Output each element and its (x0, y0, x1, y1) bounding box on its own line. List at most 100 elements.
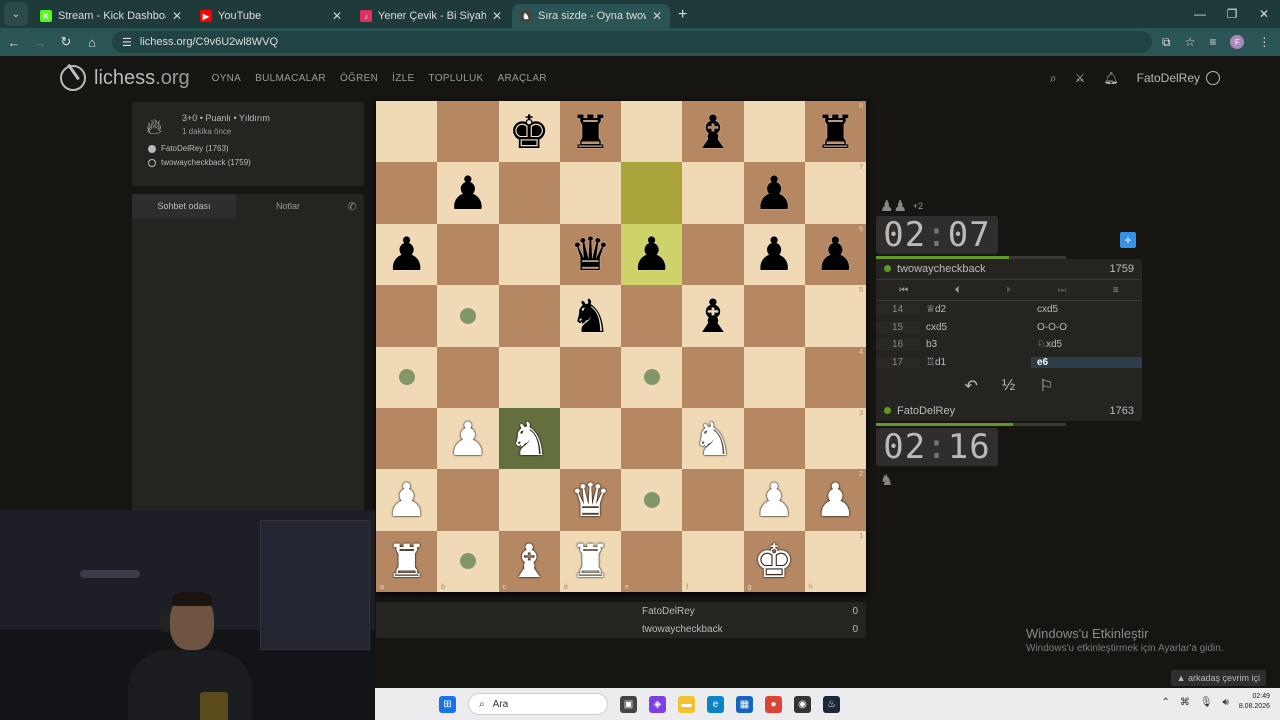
white-move[interactable]: cxd5 (920, 322, 1031, 333)
square-c8[interactable]: ♚ (498, 101, 560, 163)
site-info-icon[interactable]: ☰ (122, 36, 132, 49)
file-explorer-icon[interactable]: ▬ (678, 695, 695, 713)
square-e4[interactable] (621, 346, 683, 408)
white-bishop-icon[interactable]: ♝ (509, 538, 550, 584)
black-bishop-icon[interactable]: ♝ (692, 293, 733, 339)
square-b4[interactable] (437, 346, 499, 408)
square-a4[interactable] (376, 346, 438, 408)
square-f5[interactable]: ♝ (682, 285, 744, 347)
opponent-name-row[interactable]: twowaycheckback 1759 (876, 259, 1142, 279)
browser-tab[interactable]: ♪ Yener Çevik - Bi Siyah Bi Be ✕ (352, 4, 510, 28)
square-a1[interactable]: ♜ a (376, 530, 438, 592)
square-g2[interactable]: ♟ (743, 469, 805, 531)
black-king-icon[interactable]: ♚ (509, 109, 550, 155)
tab-search-button[interactable]: ⌄ (4, 2, 28, 26)
square-c4[interactable] (498, 346, 560, 408)
black-pawn-icon[interactable]: ♟ (447, 170, 488, 216)
black-rook-icon[interactable]: ♜ (815, 109, 856, 155)
move-hint-dot[interactable] (643, 369, 660, 386)
square-b8[interactable] (437, 101, 499, 163)
black-move[interactable]: cxd5 (1031, 304, 1142, 315)
square-f1[interactable]: f (682, 530, 744, 592)
black-pawn-icon[interactable]: ♟ (815, 231, 856, 277)
square-g3[interactable] (743, 407, 805, 470)
challenge-icon[interactable]: ⚔ (1075, 71, 1086, 85)
square-d2[interactable]: ♛ (559, 469, 621, 531)
lichess-logo-icon[interactable] (60, 65, 86, 91)
white-pawn-icon[interactable]: ♟ (447, 416, 488, 462)
square-h6[interactable]: ♟ 6 (804, 223, 866, 286)
white-player-link[interactable]: FatoDelRey (1763) (148, 144, 348, 154)
browser-tab[interactable]: ▶ YouTube ✕ (192, 4, 350, 28)
search-icon[interactable]: ⌕ (1050, 71, 1057, 86)
last-move-icon[interactable]: ⏭ (1057, 285, 1066, 296)
square-d8[interactable]: ♜ (559, 101, 621, 163)
square-b1[interactable]: b (437, 530, 499, 592)
square-f8[interactable]: ♝ (682, 101, 744, 163)
reading-list-icon[interactable]: ≡ (1209, 35, 1216, 49)
square-f4[interactable] (682, 346, 744, 408)
close-tab-icon[interactable]: ✕ (652, 9, 662, 23)
friends-online-button[interactable]: ▲ arkadaş çevrim içi (1170, 670, 1266, 686)
square-e3[interactable] (621, 407, 683, 470)
square-f6[interactable] (682, 223, 744, 286)
tab-chat-room[interactable]: Sohbet odası (132, 194, 236, 218)
bookmark-star-icon[interactable]: ☆ (1185, 35, 1196, 49)
store-icon[interactable]: ▦ (736, 695, 753, 713)
taskbar-clock[interactable]: 02:49 8.08.2026 (1239, 692, 1270, 712)
tab-notes[interactable]: Notlar (236, 194, 340, 218)
square-d5[interactable]: ♞ (559, 285, 621, 347)
square-c7[interactable] (498, 162, 560, 224)
square-b2[interactable] (437, 469, 499, 531)
move-hint-dot[interactable] (459, 307, 476, 324)
microphone-icon[interactable]: 🎙︎ (1200, 697, 1213, 708)
square-a3[interactable] (376, 407, 438, 470)
move-hint-dot[interactable] (643, 491, 660, 508)
site-logo-text[interactable]: lichess.org (94, 67, 190, 90)
square-a7[interactable] (376, 162, 438, 224)
browser-menu-icon[interactable]: ⋮ (1258, 35, 1270, 49)
square-h7[interactable]: 7 (804, 162, 866, 224)
square-g5[interactable] (743, 285, 805, 347)
black-rook-icon[interactable]: ♜ (570, 109, 611, 155)
white-queen-icon[interactable]: ♛ (570, 477, 611, 523)
black-move[interactable]: ♘xd5 (1031, 339, 1142, 350)
square-b6[interactable] (437, 223, 499, 286)
minimize-icon[interactable]: — (1184, 0, 1216, 28)
square-e5[interactable] (621, 285, 683, 347)
black-move[interactable]: O-O-O (1031, 322, 1142, 333)
edge-icon[interactable]: e (707, 695, 724, 713)
white-king-icon[interactable]: ♚ (754, 538, 795, 584)
square-h1[interactable]: 1h (804, 530, 866, 592)
player-name-row[interactable]: FatoDelRey 1763 (876, 401, 1142, 421)
white-pawn-icon[interactable]: ♟ (754, 477, 795, 523)
nav-watch[interactable]: İZLE (392, 73, 414, 84)
back-icon[interactable]: ← (2, 35, 26, 50)
home-icon[interactable]: ⌂ (80, 35, 104, 50)
black-knight-icon[interactable]: ♞ (570, 293, 611, 339)
black-queen-icon[interactable]: ♛ (570, 231, 611, 277)
new-tab-button[interactable]: + (678, 6, 687, 24)
square-h8[interactable]: ♜ 8 (804, 101, 866, 163)
user-menu[interactable]: FatoDelRey (1137, 71, 1220, 86)
url-field[interactable]: ☰ lichess.org/C9v6U2wl8WVQ (112, 31, 1152, 53)
black-player-link[interactable]: twowaycheckback (1759) (148, 158, 348, 168)
square-a2[interactable]: ♟ (376, 469, 438, 531)
obs-icon[interactable]: ◉ (794, 695, 811, 713)
nav-community[interactable]: TOPLULUK (428, 73, 483, 84)
copilot-icon[interactable]: ◈ (649, 695, 666, 713)
chrome-icon[interactable]: ● (765, 695, 782, 713)
square-c1[interactable]: ♝ c (498, 530, 560, 592)
square-b5[interactable] (437, 285, 499, 347)
square-b7[interactable]: ♟ (437, 162, 499, 224)
prev-move-icon[interactable]: ⏴ (955, 285, 960, 296)
square-g4[interactable] (743, 346, 805, 408)
square-f7[interactable] (682, 162, 744, 224)
nav-learn[interactable]: ÖĞREN (340, 73, 378, 84)
square-e8[interactable] (621, 101, 683, 163)
square-g8[interactable] (743, 101, 805, 163)
close-window-icon[interactable]: ✕ (1248, 0, 1280, 28)
close-tab-icon[interactable]: ✕ (172, 9, 182, 23)
square-g1[interactable]: ♚ g (743, 530, 805, 592)
start-windows-icon[interactable]: ⊞ (439, 695, 456, 713)
